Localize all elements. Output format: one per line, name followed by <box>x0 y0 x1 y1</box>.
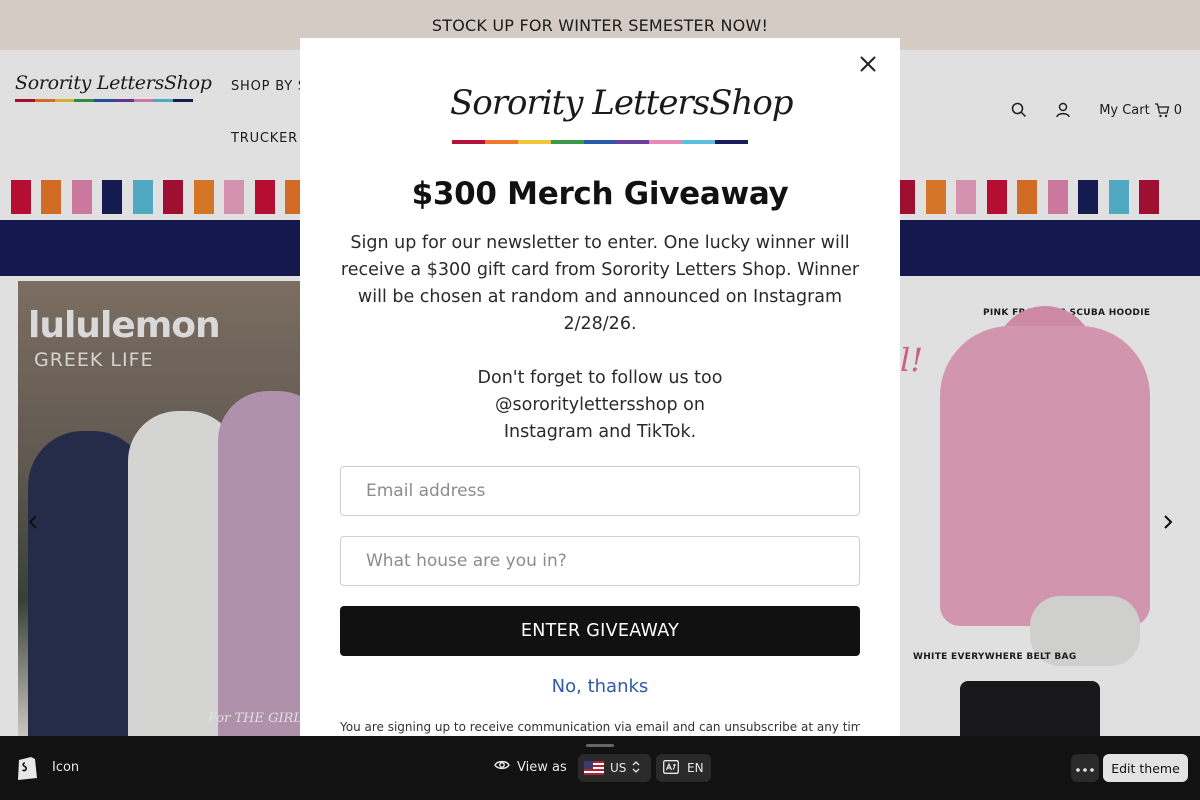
enter-giveaway-button[interactable]: ENTER GIVEAWAY <box>340 606 860 656</box>
eye-icon <box>494 759 510 775</box>
view-as-label: View as <box>517 759 567 775</box>
stripe-segment <box>517 140 551 144</box>
country-selector[interactable]: US <box>578 754 651 782</box>
email-field[interactable] <box>340 466 860 516</box>
close-button[interactable] <box>852 50 884 82</box>
more-options-button[interactable] <box>1071 754 1099 782</box>
popup-logo-stripe <box>452 140 749 144</box>
follow-line: Instagram and TikTok. <box>503 422 697 442</box>
popup-description: Sign up for our newsletter to enter. One… <box>340 233 860 334</box>
close-icon <box>859 55 877 77</box>
stripe-segment <box>452 140 485 144</box>
giveaway-popup: Sorority LettersShop $300 Merch Giveaway… <box>300 38 900 736</box>
popup-follow-text: Don't forget to follow us too @sororityl… <box>336 365 864 446</box>
popup-logo: Sorority LettersShop <box>450 82 794 148</box>
house-field[interactable] <box>340 536 860 586</box>
chevron-updown-icon <box>632 760 640 776</box>
popup-logo-text: Sorority LettersShop <box>450 83 794 123</box>
country-code: US <box>610 761 627 775</box>
no-thanks-link[interactable]: No, thanks <box>300 676 900 697</box>
store-name: Icon <box>52 760 80 775</box>
theme-preview-bar: Icon View as US EN Edit theme <box>0 736 1200 800</box>
edit-theme-button[interactable]: Edit theme <box>1103 754 1188 782</box>
language-selector[interactable]: EN <box>656 754 711 782</box>
popup-title: $300 Merch Giveaway <box>411 176 789 212</box>
popup-disclaimer: You are signing up to receive communicat… <box>340 720 860 734</box>
shopify-icon <box>16 754 38 784</box>
ellipsis-icon <box>1076 761 1094 776</box>
translate-icon <box>663 759 679 777</box>
stripe-segment <box>550 140 584 144</box>
follow-line: @sororitylettersshop on <box>495 395 705 415</box>
stripe-segment <box>649 140 683 144</box>
stripe-segment <box>715 140 749 144</box>
view-as-button[interactable]: View as <box>494 759 567 775</box>
language-code: EN <box>687 761 704 775</box>
stripe-segment <box>583 140 617 144</box>
stripe-segment <box>616 140 650 144</box>
stripe-segment <box>484 140 518 144</box>
drag-handle[interactable] <box>586 744 614 747</box>
stripe-segment <box>682 140 716 144</box>
us-flag-icon <box>584 761 604 775</box>
follow-line: Don't forget to follow us too <box>477 368 723 388</box>
